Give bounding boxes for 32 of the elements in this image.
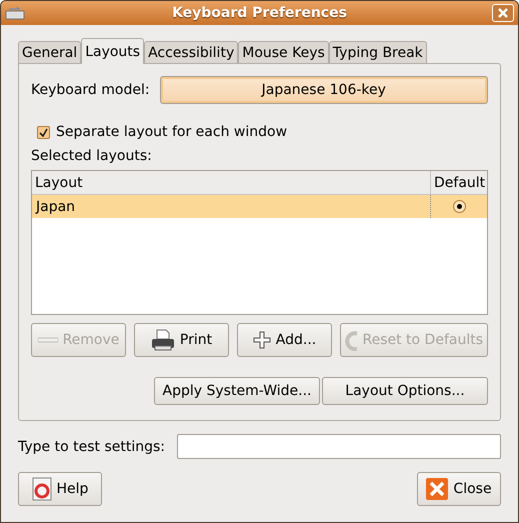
keyboard-model-button[interactable]: Japanese 106-key [160, 76, 488, 104]
table-cell-text: Japan [34, 198, 76, 216]
field-label: Keyboard model: [31, 82, 150, 98]
close-button[interactable]: Close [417, 472, 501, 506]
radio-button[interactable] [452, 200, 466, 213]
tab[interactable]: Accessibility [144, 41, 238, 63]
tab[interactable]: General [18, 41, 82, 63]
option-button[interactable]: Apply System-Wide... [154, 377, 320, 405]
printer-icon [150, 329, 175, 351]
column-header[interactable]: Layout [32, 171, 430, 194]
checkbox-label: Separate layout for each window [56, 124, 288, 140]
tab[interactable]: Typing Break [328, 41, 427, 63]
layout-button[interactable]: Add... [237, 323, 332, 357]
help-icon [32, 477, 52, 501]
tab[interactable]: Layouts [81, 38, 144, 64]
option-button[interactable]: Layout Options... [322, 377, 488, 405]
window-title: Keyboard Preferences [171, 5, 348, 21]
checkbox[interactable] [37, 126, 50, 138]
tab[interactable]: Mouse Keys [238, 41, 329, 63]
reload-icon [345, 329, 358, 351]
field-label: Type to test settings: [18, 438, 165, 454]
plus-icon [252, 331, 271, 349]
table-row[interactable]: Japan [32, 195, 487, 218]
close-icon [426, 478, 448, 500]
help-button[interactable]: Help [18, 472, 102, 506]
close-icon[interactable] [492, 4, 514, 22]
minus-icon [38, 337, 58, 343]
test-input-field[interactable] [177, 434, 501, 459]
column-header[interactable]: Default [430, 171, 487, 194]
layout-button[interactable]: Print [134, 323, 229, 357]
section-label: Selected layouts: [31, 148, 153, 164]
keyboard-icon [5, 6, 27, 20]
